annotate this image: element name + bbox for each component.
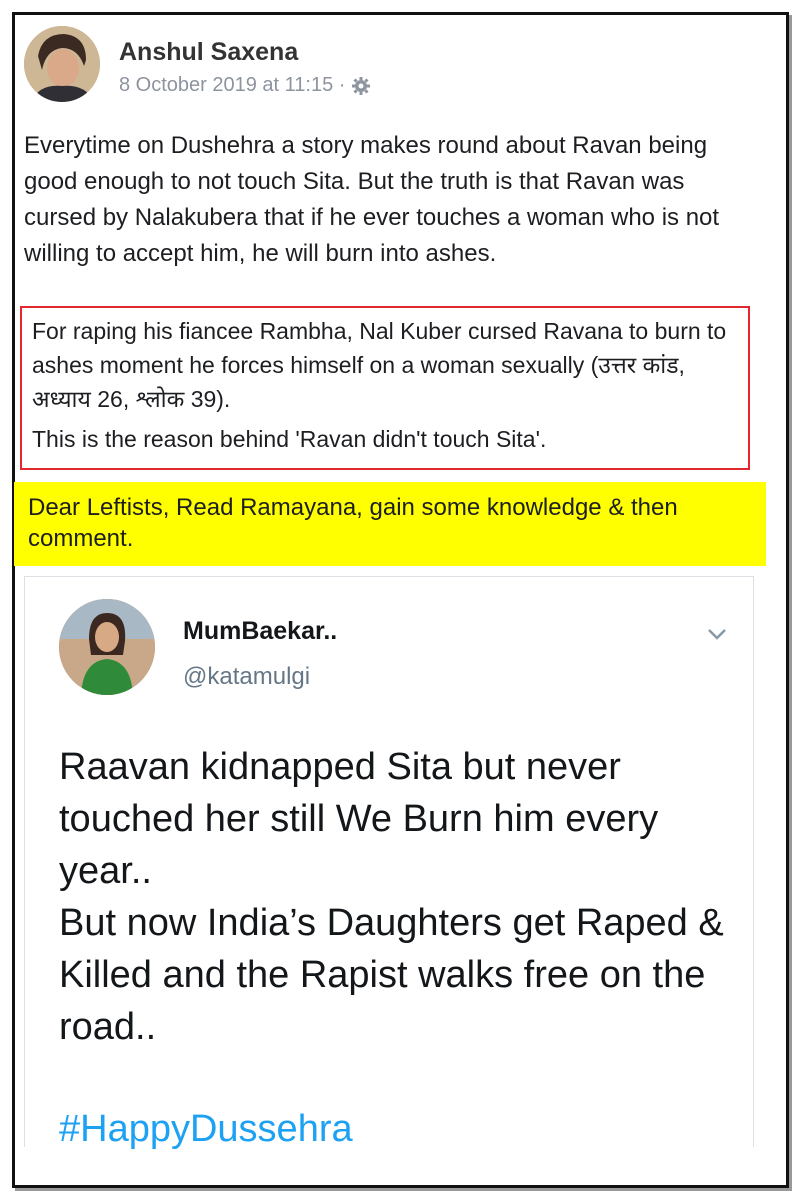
embedded-tweet-card[interactable]: MumBaekar.. @katamulgi Raavan kidnapped … [24, 576, 754, 1150]
quote-line-1: For raping his fiancee Rambha, Nal Kuber… [32, 318, 727, 412]
post-meta: 8 October 2019 at 11:15 · [119, 74, 371, 97]
tweet-avatar[interactable] [59, 599, 155, 695]
tweet-hashtag[interactable]: #HappyDussehra [59, 1107, 353, 1151]
tweet-text: Raavan kidnapped Sita but never touched … [59, 746, 724, 1048]
tweet-handle[interactable]: @katamulgi [183, 663, 310, 691]
gear-icon[interactable] [351, 76, 371, 96]
quote-line-2: This is the reason behind 'Ravan didn't … [32, 426, 547, 452]
author-name[interactable]: Anshul Saxena [119, 38, 298, 67]
post-timestamp[interactable]: 8 October 2019 at 11:15 · [119, 74, 345, 97]
post-body: Everytime on Dushehra a story makes roun… [24, 132, 720, 267]
highlighted-text: Dear Leftists, Read Ramayana, gain some … [14, 482, 766, 566]
red-boxed-quote: For raping his fiancee Rambha, Nal Kuber… [20, 306, 750, 470]
author-avatar[interactable] [24, 26, 100, 102]
tweet-display-name[interactable]: MumBaekar.. [183, 617, 337, 646]
chevron-down-icon[interactable] [707, 627, 727, 641]
